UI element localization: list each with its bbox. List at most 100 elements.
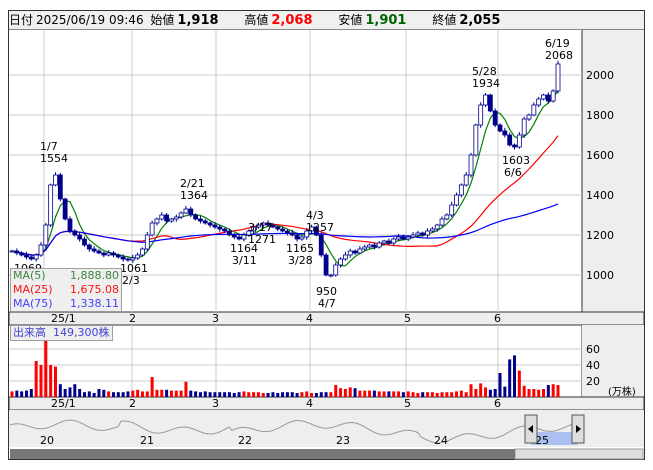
candle — [202, 220, 208, 224]
volume-tick: 40 — [586, 359, 600, 372]
volume-bar — [63, 389, 67, 397]
volume-bar — [276, 393, 280, 397]
navigator-year: 23 — [336, 434, 350, 447]
candle — [449, 204, 455, 216]
volume-bar — [266, 393, 270, 397]
candle — [207, 222, 213, 226]
navigator-year: 22 — [238, 434, 252, 447]
volume-bar — [450, 392, 454, 397]
ma5-label: MA(5) — [13, 269, 46, 282]
candle — [188, 208, 194, 216]
volume-bar — [53, 366, 57, 397]
volume-bar — [363, 390, 367, 397]
volume-bar — [546, 385, 550, 397]
volume-bar — [121, 392, 125, 397]
candle — [516, 134, 522, 148]
candle — [86, 244, 92, 250]
candle — [154, 218, 160, 224]
candle — [222, 228, 228, 232]
volume-bar — [140, 391, 144, 397]
volume-bar — [203, 391, 207, 397]
volume-bar — [416, 393, 420, 397]
candle — [444, 214, 450, 220]
candle — [512, 144, 517, 148]
volume-bar — [290, 392, 294, 397]
candle — [231, 234, 237, 238]
volume-bar — [281, 392, 285, 397]
volume-bar — [29, 389, 33, 397]
candle — [458, 184, 464, 196]
volume-bar — [20, 391, 24, 397]
candle — [96, 250, 102, 254]
volume-bar — [295, 393, 299, 397]
candle — [241, 234, 247, 240]
volume-bar — [82, 392, 86, 397]
candle — [178, 212, 184, 218]
volume-bar — [479, 383, 483, 397]
candle — [125, 258, 131, 261]
volume-bar — [474, 389, 478, 397]
volume-bar — [102, 389, 106, 397]
volume-bar — [372, 390, 376, 397]
ma-legend: MA(5) 1,888.80 MA(25) 1,675.08 MA(75) 1,338… — [10, 268, 122, 312]
volume-bar — [189, 390, 193, 397]
candle — [454, 194, 459, 206]
candle — [82, 238, 87, 246]
candle — [14, 250, 20, 254]
month-axis-strip-2 — [8, 396, 645, 411]
stock-chart[interactable]: 25/125/122334455661000120014001600180020… — [0, 0, 653, 470]
volume-bar — [160, 389, 164, 397]
candle — [111, 252, 116, 256]
month-label: 6 — [494, 312, 501, 325]
volume-bar — [537, 389, 541, 397]
candle — [149, 222, 155, 236]
candle — [376, 242, 382, 248]
annotation-price: 1554 — [40, 152, 68, 165]
month-label: 6 — [494, 397, 501, 410]
volume-bar — [445, 392, 449, 397]
candle — [106, 252, 112, 256]
candle — [526, 114, 532, 120]
volume-bar — [513, 355, 517, 397]
candle — [415, 232, 421, 236]
candle — [483, 94, 488, 106]
ma75-value: 1,338.11 — [70, 297, 119, 310]
candle — [159, 214, 165, 220]
volume-bar — [305, 391, 309, 397]
candle — [140, 248, 145, 256]
volume-bar — [488, 389, 492, 397]
volume-bar — [382, 391, 386, 397]
volume-bar — [116, 392, 120, 397]
volume-bar — [542, 389, 546, 397]
volume-bar — [532, 389, 536, 397]
volume-bar — [508, 359, 512, 397]
candle — [193, 214, 199, 220]
candle — [212, 224, 218, 228]
candle — [357, 248, 363, 254]
volume-bar — [406, 391, 410, 397]
volume-unit: (万株) — [608, 385, 636, 398]
candle — [405, 236, 411, 240]
candle — [53, 174, 58, 186]
volume-bar — [261, 393, 265, 397]
scrollbar-thumb[interactable] — [514, 448, 644, 460]
price-tick: 2000 — [586, 69, 614, 82]
candle — [38, 244, 44, 256]
candle — [217, 226, 223, 230]
volume-bar — [227, 392, 231, 397]
volume-bar — [556, 385, 560, 397]
volume-bar — [97, 389, 101, 397]
candle — [275, 226, 281, 230]
volume-bar — [397, 391, 401, 397]
volume-bar — [517, 370, 521, 397]
volume-value: 149,300株 — [53, 326, 110, 339]
scrollbar-track[interactable] — [10, 449, 515, 459]
volume-bar — [522, 385, 526, 397]
candle — [28, 256, 34, 260]
ma5-value: 1,888.80 — [70, 269, 119, 282]
candle — [429, 228, 435, 232]
candle — [72, 230, 78, 236]
volume-bar — [348, 387, 352, 397]
volume-tick: 60 — [586, 343, 600, 356]
candle — [33, 254, 39, 260]
